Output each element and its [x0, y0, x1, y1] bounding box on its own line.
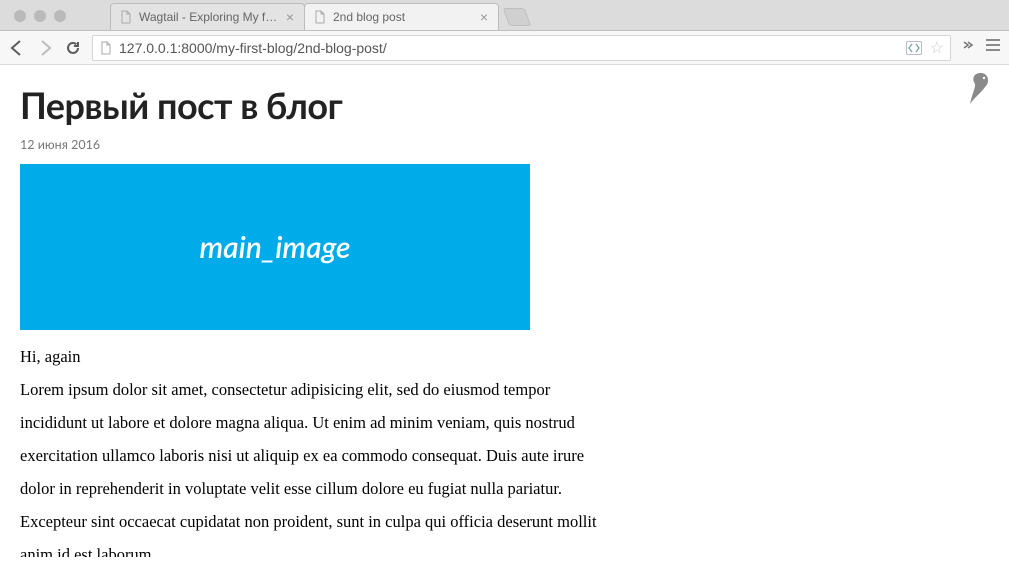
- bookmark-star-icon[interactable]: ☆: [930, 38, 944, 58]
- post-body: Hi, again Lorem ipsum dolor sit amet, co…: [20, 340, 610, 557]
- post-date: 12 июня 2016: [20, 137, 989, 152]
- close-tab-icon[interactable]: ×: [478, 10, 490, 24]
- extensions-overflow-icon[interactable]: [961, 38, 975, 57]
- close-window-icon[interactable]: [14, 10, 26, 22]
- tab-label: Wagtail - Exploring My first: [139, 10, 278, 24]
- tab-second-blog-post[interactable]: 2nd blog post ×: [304, 3, 499, 30]
- back-button[interactable]: [8, 39, 26, 57]
- close-tab-icon[interactable]: ×: [284, 10, 296, 24]
- file-icon: [119, 10, 133, 24]
- tab-label: 2nd blog post: [333, 10, 472, 24]
- reload-button[interactable]: [64, 39, 82, 57]
- url-text: 127.0.0.1:8000/my-first-blog/2nd-blog-po…: [119, 40, 900, 56]
- tab-wagtail-explorer[interactable]: Wagtail - Exploring My first ×: [110, 3, 305, 30]
- main-image-label: main_image: [199, 229, 350, 265]
- minimize-window-icon[interactable]: [34, 10, 46, 22]
- post-title: Первый пост в блог: [20, 83, 989, 127]
- hamburger-menu-icon[interactable]: [985, 38, 1001, 57]
- address-bar[interactable]: 127.0.0.1:8000/my-first-blog/2nd-blog-po…: [92, 35, 951, 61]
- main-image-placeholder: main_image: [20, 164, 530, 330]
- devtools-icon[interactable]: [906, 41, 922, 55]
- new-tab-button[interactable]: [503, 8, 532, 26]
- toolbar: 127.0.0.1:8000/my-first-blog/2nd-blog-po…: [0, 31, 1009, 65]
- window-controls: [0, 0, 66, 31]
- forward-button[interactable]: [36, 39, 54, 57]
- post-intro: Hi, again: [20, 340, 610, 373]
- page-content: Первый пост в блог 12 июня 2016 main_ima…: [0, 65, 1009, 557]
- file-icon: [313, 10, 327, 24]
- wagtail-logo-icon: [967, 71, 991, 107]
- file-icon: [99, 41, 113, 55]
- tabstrip: Wagtail - Exploring My first × 2nd blog …: [0, 0, 1009, 31]
- maximize-window-icon[interactable]: [54, 10, 66, 22]
- post-paragraph: Lorem ipsum dolor sit amet, consectetur …: [20, 373, 610, 557]
